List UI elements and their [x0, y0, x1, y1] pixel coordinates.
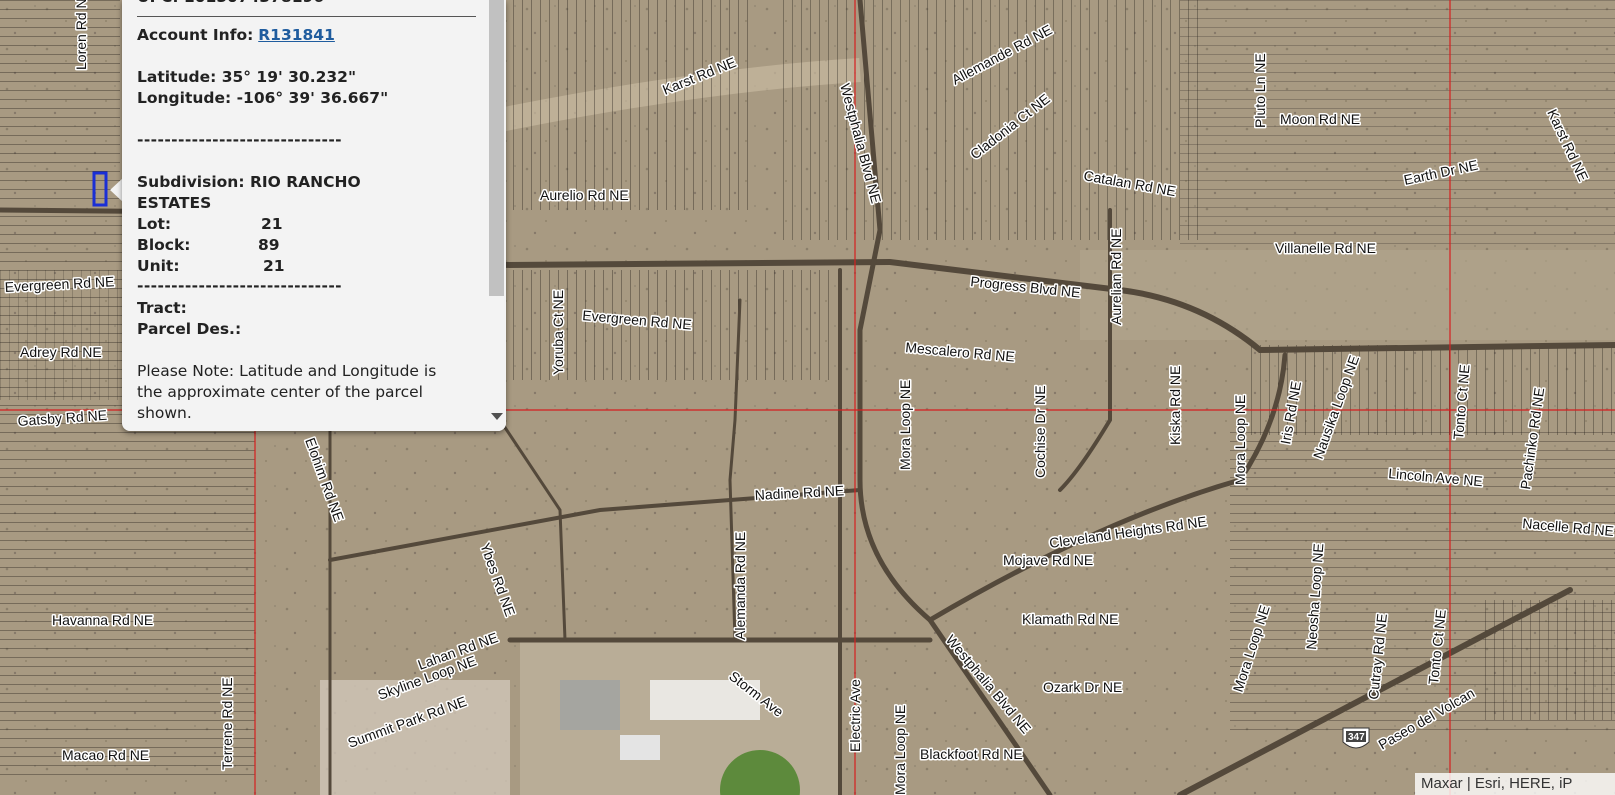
- account-link[interactable]: R131841: [258, 26, 335, 44]
- scroll-down-arrow-icon[interactable]: [491, 413, 503, 420]
- road-label: Cochise Dr NE: [1032, 385, 1048, 478]
- longitude-label: Longitude:: [137, 89, 232, 107]
- road-label: Macao Rd NE: [62, 747, 149, 763]
- latitude-value: 35° 19' 30.232": [221, 68, 357, 86]
- divider: [137, 16, 476, 17]
- lot-label: Lot:: [137, 215, 172, 233]
- road-label: Moon Rd NE: [1280, 111, 1360, 127]
- account-label: Account Info:: [137, 26, 254, 44]
- block-label: Block:: [137, 236, 191, 254]
- popup-scrollbar[interactable]: [488, 0, 506, 431]
- scrollbar-thumb[interactable]: [489, 0, 504, 296]
- road-label: Villanelle Rd NE: [1275, 240, 1376, 256]
- road-label: Yoruba Ct NE: [550, 290, 566, 375]
- road-label: Ozark Dr NE: [1043, 679, 1122, 695]
- subdivision-row: Subdivision: RIO RANCHO: [137, 172, 361, 193]
- latitude-label: Latitude:: [137, 68, 217, 86]
- road-label: Aurelian Rd NE: [1108, 229, 1124, 326]
- popup-content: UPC: 1015074378196 Account Info: R131841…: [137, 0, 482, 431]
- road-label: Mora Loop NE: [1232, 395, 1248, 485]
- note-line: the approximate center of the parcel: [137, 383, 423, 401]
- note-line: Please Note: Latitude and Longitude is: [137, 362, 437, 380]
- lot-value: 21: [261, 215, 283, 233]
- road-label: Aurelio Rd NE: [540, 187, 629, 203]
- note-line: shown.: [137, 404, 192, 422]
- account-row: Account Info: R131841: [137, 25, 335, 46]
- road-label: Electric Ave: [847, 679, 863, 752]
- subdivision-value-continued: ESTATES: [137, 194, 212, 212]
- separator: ------------------------------: [137, 131, 342, 149]
- road-label: Mora Loop NE: [892, 705, 908, 795]
- road-label: Alemanda Rd NE: [732, 532, 748, 640]
- road-label: Loren Rd NE: [73, 0, 89, 70]
- upc-line: UPC: 1015074378196: [137, 0, 324, 8]
- road-label: Klamath Rd NE: [1022, 611, 1118, 627]
- school-campus: [520, 640, 840, 795]
- longitude-value: -106° 39' 36.667": [236, 89, 389, 107]
- road-label: Kiska Rd NE: [1167, 366, 1183, 445]
- road-label: Mojave Rd NE: [1003, 552, 1093, 568]
- tract-label: Tract:: [137, 299, 187, 317]
- route-shield-number: 347: [1348, 732, 1365, 743]
- route-shield: 347: [1342, 727, 1370, 749]
- parcel-info-popup: UPC: 1015074378196 Account Info: R131841…: [122, 0, 506, 431]
- subdivision-value: RIO RANCHO: [249, 173, 361, 191]
- road-label: Adrey Rd NE: [20, 344, 102, 360]
- road-label: Pluto Ln NE: [1252, 53, 1268, 128]
- road-label: Mora Loop NE: [897, 380, 913, 470]
- block-value: 89: [258, 236, 280, 254]
- latitude-row: Latitude: 35° 19' 30.232": [137, 67, 356, 88]
- road-label: Blackfoot Rd NE: [920, 746, 1023, 762]
- parcel-des-label: Parcel Des.:: [137, 320, 242, 338]
- longitude-row: Longitude: -106° 39' 36.667": [137, 88, 388, 109]
- separator: ------------------------------: [137, 277, 342, 295]
- subdivision-label: Subdivision:: [137, 173, 245, 191]
- unit-value: 21: [263, 257, 285, 275]
- road-label: Havanna Rd NE: [52, 612, 153, 628]
- unit-label: Unit:: [137, 257, 180, 275]
- map-attribution: Maxar | Esri, HERE, iP: [1415, 773, 1615, 795]
- road-label: Terrene Rd NE: [219, 677, 235, 770]
